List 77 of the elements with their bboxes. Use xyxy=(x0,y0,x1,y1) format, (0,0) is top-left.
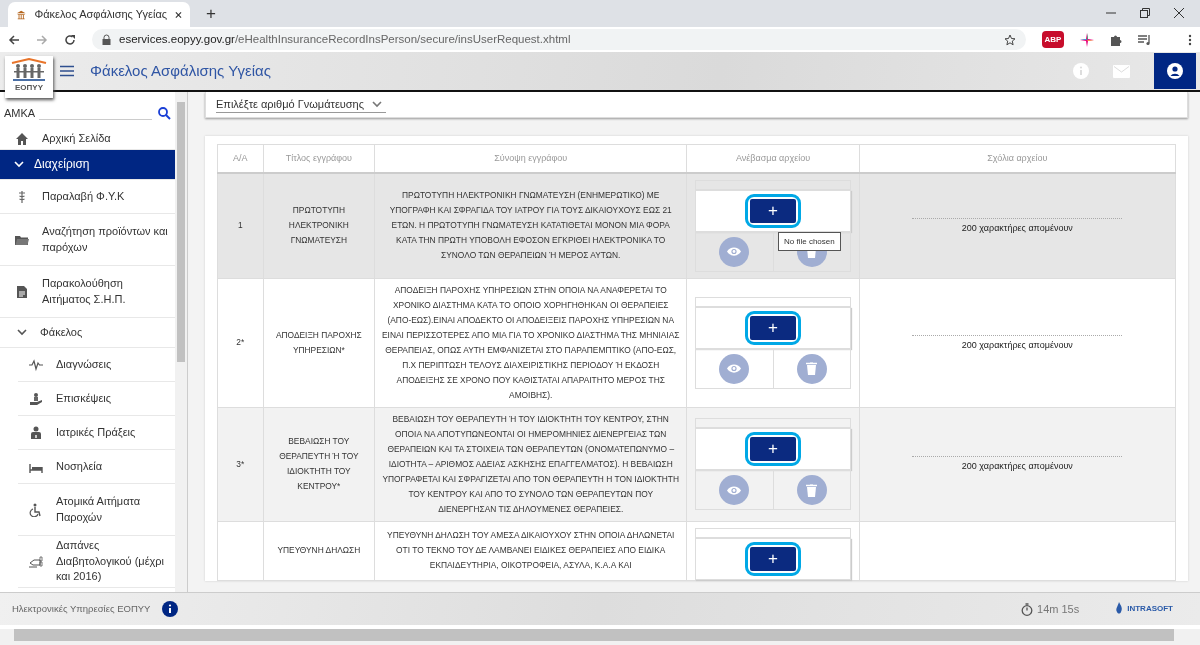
table-cell: ΑΠΟΔΕΙΞΗ ΠΑΡΟΧΗΣ ΥΠΗΡΕΣΙΩΝ* xyxy=(263,278,375,407)
character-counter: 200 χαρακτήρες απομένουν xyxy=(960,221,1074,235)
nav-item[interactable]: Διαχείριση xyxy=(0,150,175,180)
reload-icon[interactable] xyxy=(64,33,76,46)
user-icon xyxy=(1167,63,1183,79)
table-cell: ΑΠΟΔΕΙΞΗ ΠΑΡΟΧΗΣ ΥΠΗΡΕΣΙΩΝ ΣΤΗΝ ΟΠΟΙΑ ΝΑ ΑΝΑΦΕΡΕΤΑΙ ΤΟ ΧΡΟΝΙΚΟ ΔΙΑΣΤΗΜΑ ΚΑΤΑ ΤΟ ΟΠΟΙΟ ΧΟΡΗΓΗΘΗΚΑΝ ΟΙ ΘΕΡΑΠΕΙΕΣ (ΑΠΟ-ΕΩΣ).ΕΙΝΑΙ ΑΠΟΔΕΚΤΟ ΟΙ ΑΠΟΔΕΙΞΕΙΣ ΠΑΡΟΧΗΣ ΥΠΗΡΕΣΙΩΝ ΝΑ ΕΙΝΑΙ ΠΕΡΙΣΣΟΤΕΡΕΣ ΑΠΟ ΜΙΑ ΓΙΑ ΤΟ ΧΡΟΝΙΚΟ ΔΙΑΣΤΗΜΑ ΤΗΣ ΜΗΝΙΑΙΑΣ ΘΕΡΑΠΕΙΑΣ, ΟΠΩΣ ΑΥΤΗ ΕΜΦΑΝΙΖΕΤΑΙ ΣΤΟ ΠΑΡΑΠΕΜΠΤΙΚΟ (ΑΠΟ-ΕΩΣ, Π.Χ ΠΕΡΙΠΤΩΣΗ ΤΕΛΟΥΣ ΔΙΑΧΕΙΡΙΣΤΙΚΗΣ ΠΕΡΙΟΔΟΥ Ή ΕΚΔΟΣΗ ΑΠΟΔΕΙΞΗΣ ΣΕ ΧΡΟΝΟ ΠΟΥ ΚΑΘΙΣΤΑΤΑΙ ΑΠΑΡΑΙΤΗΤΟ ΜΕΡΟΣ ΤΗΣ ΑΜΟΙΒΗΣ). xyxy=(374,278,687,407)
footer-text: Ηλεκτρονικές Υπηρεσίες ΕΟΠΥΥ xyxy=(12,601,151,616)
house-people-drawing xyxy=(10,58,48,82)
pulse-icon xyxy=(29,357,43,372)
view-button[interactable] xyxy=(719,475,750,505)
column-header: Α/Α xyxy=(217,144,264,173)
playlist-icon[interactable] xyxy=(1138,33,1152,46)
table-cell: ΒΕΒΑΙΩΣΗ ΤΟΥ ΘΕΡΑΠΕΥΤΗ Ή ΤΟΥ ΙΔΙΟΚΤΗΤΗ ΤΟΥ ΚΕΝΤΡΟΥ, ΣΤΗΝ ΟΠΟΙΑ ΝΑ ΑΠΟΤΥΠΩΝΕΟΝΤΑΙ ΟΙ ΗΜΕΡΟΜΗΝΙΕΣ ΔΙΕΝΕΡΓΕΙΑΣ ΤΩΝ ΘΕΡΑΠΕΙΩΝ ΚΑΙ ΤΑ ΣΤΟΙΧΕΙΑ ΤΩΝ ΘΕΡΑΠΕΥΤΩΝ (ΟΝΟΜΑΤΕΠΩΝΥΜΟ – ΙΔΙΟΤΗΤΑ – ΑΡΙΘΜΟΣ ΑΔΕΙΑΣ ΑΣΚΗΣΗΣ ΕΠΑΓΓΕΛΜΑΤΟΣ). Η ΒΕΒΑΙΩΣΗ ΥΠΟΓΡΑΦΕΤΑΙ ΚΑΙ ΣΦΡΑΓΙΖΕΤΑΙ ΑΠΟ ΤΟΝ ΘΕΡΑΠΕΥΤΗ Η ΤΟΝ ΙΔΙΟΚΤΗΤΗ ΤΟΥ ΚΕΝΤΡΟΥ ΚΑΙ ΑΠΟ ΤΟ ΣΥΝΟΛΟ ΤΩΝ ΘΕΡΑΠΕΥΤΩΝ ΠΟΥ ΔΙΕΝΕΡΓΗΣΑΝ ΤΙΣ ΔΗΛΟΥΜΕΝΕΣ ΘΕΡΑΠΕΙΕΣ. xyxy=(374,407,687,521)
column-header: Σύνοψη εγγράφου xyxy=(374,144,687,173)
column-header: Σχόλια αρχείου xyxy=(859,144,1176,173)
eye-icon xyxy=(727,364,742,373)
table-cell: ΠΡΩΤΟΤΥΠΗ ΗΛΕΚΤΡΟΝΙΚΗ ΓΝΩΜΑΤΕΥΣΗ (ΕΝΗΜΕΡΩΤΙΚΟ) ΜΕ ΥΠΟΓΡΑΦΗ ΚΑΙ ΣΦΡΑΓΙΔΑ ΤΟΥ ΙΑΤΡΟΥ ΓΙΑ ΤΟΥΣ ΔΙΚΑΙΟΥΧΟΥΣ ΕΩΣ 21 ΕΤΩΝ. Η ΠΡΩΤΟΤΥΠΗ ΓΝΩΜΑΤΕΥΣΗ ΚΑΤΑΤΙΘΕΤΑΙ ΜΟΝΟΝ ΜΙΑ ΦΟΡΑ ΚΑΤΑ ΤΗΝ ΠΡΩΤΗ ΥΠΟΒΟΛΗ ΕΦΟΣΟΝ ΕΓΚΡΙΘΕΙ ΗΛΕΚΤΡΟΝΙΚΑ ΤΟ ΣΥΝΟΛΟ ΤΩΝ ΘΕΡΑΠΕΙΩΝ Ή ΜΕΡΟΣ ΑΥΤΩΝ. xyxy=(374,172,687,278)
scrollbar[interactable] xyxy=(175,92,187,592)
info-icon[interactable] xyxy=(162,601,179,617)
table-cell: 2* xyxy=(217,278,264,407)
forward-icon[interactable] xyxy=(36,33,48,46)
comment-field[interactable] xyxy=(912,454,1123,457)
file-name-field[interactable] xyxy=(695,527,851,538)
table-cell: ΒΕΒΑΙΩΣΗ ΤΟΥ ΘΕΡΑΠΕΥΤΗ Ή ΤΟΥ ΙΔΙΟΚΤΗΤΗ ΤΟΥ ΚΕΝΤΡΟΥ* xyxy=(263,407,375,521)
view-button[interactable] xyxy=(719,236,750,267)
comment-field[interactable] xyxy=(912,332,1123,336)
trash-icon xyxy=(806,483,818,497)
restore-icon[interactable] xyxy=(1140,8,1150,18)
comment-field[interactable] xyxy=(912,215,1123,219)
table-cell: ΠΡΩΤΟΤΥΠΗ ΗΛΕΚΤΡΟΝΙΚΗ ΓΝΩΜΑΤΕΥΣΗ xyxy=(263,172,375,278)
add-file-button[interactable]: + xyxy=(745,432,801,466)
eye-icon xyxy=(727,247,742,256)
search-label: ΑΜΚΑ xyxy=(4,105,36,121)
column-header: Τίτλος εγγράφου xyxy=(263,144,375,173)
user-button[interactable] xyxy=(1154,53,1196,89)
column-header: Ανέβασμα αρχείου xyxy=(686,144,860,173)
file-name-field[interactable] xyxy=(695,418,851,428)
more-icon[interactable] xyxy=(1188,33,1192,46)
app-title: Φάκελος Ασφάλισης Υγείας xyxy=(90,60,271,81)
table-cell: ΥΠΕΥΘΥΝΗ ΔΗΛΩΣΗ ΤΟΥ ΑΜΕΣΑ ΔΙΚΑΙΟΥΧΟΥ ΣΤΗΝ ΟΠΟΙΑ ΔΗΛΩΝΕΤΑΙ ΟΤΙ ΤΟ ΤΕΚΝΟ ΤΟΥ ΔΕ ΛΑΜΒΑΝΕΙ ΕΙΔΙΚΕΣ ΘΕΡΑΠΕΙΕΣ ΑΠΟ ΕΙΔΙΚΑ ΕΚΠΑΙΔΕΥΤΗΡΙΑ, ΟΙΚΟΤΡΟΦΕΙΑ, ΑΣΥΛΑ, Κ.Α.Α ΚΑΙ xyxy=(374,521,687,580)
menu-icon[interactable] xyxy=(60,65,74,77)
character-counter: 200 χαρακτήρες απομένουν xyxy=(960,338,1074,352)
add-file-button[interactable]: + xyxy=(745,310,801,345)
eye-icon xyxy=(727,485,742,495)
session-timer: 14m 15s xyxy=(1037,601,1080,617)
document-icon xyxy=(15,284,29,299)
add-file-button[interactable]: + xyxy=(745,541,801,576)
new-tab-button[interactable]: + xyxy=(206,4,216,24)
referral-select[interactable]: Επιλέξτε αριθμό Γνωμάτευσης xyxy=(216,95,386,114)
back-icon[interactable] xyxy=(8,33,20,46)
adblock-extension-button[interactable]: ABP xyxy=(1042,31,1064,48)
close-icon[interactable] xyxy=(1174,8,1184,18)
doctor-icon xyxy=(29,425,43,440)
table-cell: 3* xyxy=(217,407,264,521)
table-cell: ΥΠΕΥΘΥΝΗ ΔΗΛΩΣΗ xyxy=(263,521,375,580)
home-icon xyxy=(15,131,29,146)
table-cell: 1 xyxy=(217,172,264,278)
browser-tab[interactable]: Φάκελος Ασφάλισης Υγείας xyxy=(8,2,190,27)
logo: ΕΟΠΥΥ xyxy=(5,56,53,98)
wheelchair-icon xyxy=(29,502,43,517)
lock-icon xyxy=(102,34,111,45)
file-name-field[interactable] xyxy=(695,296,851,307)
building-icon xyxy=(16,8,27,21)
vendor-logo: INTRASOFT xyxy=(1127,603,1173,615)
caret-icon xyxy=(372,100,382,108)
chevron-down-icon[interactable] xyxy=(17,329,27,336)
add-file-button[interactable]: + xyxy=(745,193,801,228)
star-icon[interactable] xyxy=(1004,33,1016,46)
view-button[interactable] xyxy=(719,353,750,384)
search-icon[interactable] xyxy=(158,106,171,120)
scrollbar[interactable] xyxy=(0,629,1200,645)
character-counter: 200 χαρακτήρες απομένουν xyxy=(960,460,1074,473)
trash-icon xyxy=(806,362,818,375)
stopwatch-icon xyxy=(1021,602,1033,616)
file-name-field[interactable] xyxy=(695,179,851,190)
puzzle-icon[interactable] xyxy=(1110,33,1122,46)
close-icon[interactable] xyxy=(175,10,182,19)
